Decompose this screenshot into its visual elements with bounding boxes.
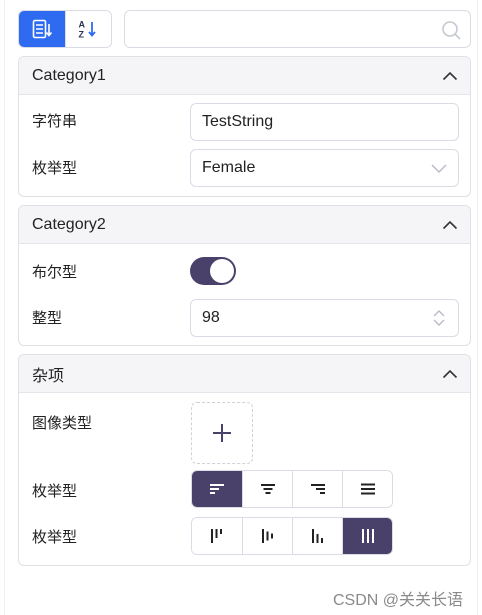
align-right-button[interactable] [292, 471, 342, 507]
sort-mode-toggle: A Z [18, 10, 112, 48]
chevron-down-icon [431, 164, 447, 174]
property-label: 字符串 [32, 113, 78, 130]
align-center-icon [260, 484, 275, 494]
categorized-sort-icon [32, 19, 53, 39]
category-2: Category2 布尔型 整型 98 [18, 205, 471, 346]
plus-icon [213, 424, 231, 442]
category-title: Category1 [32, 66, 106, 84]
property-label: 图像类型 [32, 415, 93, 432]
align-left-button[interactable] [192, 471, 242, 507]
svg-text:Z: Z [79, 30, 85, 40]
category-1: Category1 字符串 TestString 枚举型 Female [18, 56, 471, 197]
alphabetical-sort-icon: A Z [79, 20, 97, 40]
property-grid: A Z Category1 字符串 TestString 枚举型 Female … [4, 0, 478, 615]
property-label: 枚举型 [32, 529, 78, 546]
property-label: 枚举型 [32, 483, 78, 500]
align-left-icon [210, 484, 224, 494]
integer-value: 98 [202, 309, 220, 326]
property-row: 枚举型 [19, 468, 470, 515]
category-title: Category2 [32, 215, 106, 233]
align-justify-button[interactable] [342, 471, 392, 507]
property-label: 布尔型 [32, 264, 78, 281]
chevron-up-icon[interactable] [442, 220, 458, 230]
enum-select[interactable]: Female [190, 149, 459, 187]
toolbar: A Z [18, 10, 471, 48]
watermark: CSDN @关关长语 [332, 592, 463, 609]
vertical-align-group [191, 517, 393, 555]
align-bottom-button[interactable] [292, 518, 342, 554]
category-2-header[interactable]: Category2 [19, 206, 470, 244]
property-row: 枚举型 Female [19, 142, 470, 190]
property-row: 图像类型 [19, 393, 470, 468]
property-row: 字符串 TestString [19, 95, 470, 142]
align-right-icon [310, 484, 325, 494]
property-row: 整型 98 [19, 291, 470, 339]
property-row: 枚举型 [19, 515, 470, 561]
align-justify-icon [360, 483, 375, 495]
string-input[interactable]: TestString [190, 103, 459, 141]
property-label: 枚举型 [32, 160, 78, 177]
property-label: 整型 [32, 310, 63, 327]
boolean-toggle[interactable] [190, 257, 236, 285]
category-misc-header[interactable]: 杂项 [19, 355, 470, 393]
category-1-header[interactable]: Category1 [19, 57, 470, 95]
alphabetical-sort-button[interactable]: A Z [64, 11, 111, 47]
align-middle-icon [261, 529, 273, 543]
horizontal-align-group [191, 470, 393, 508]
align-center-button[interactable] [242, 471, 292, 507]
string-value: TestString [202, 113, 274, 130]
toggle-knob [210, 259, 234, 283]
search-icon[interactable] [440, 19, 462, 41]
category-title: 杂项 [32, 367, 65, 385]
property-row: 布尔型 [19, 244, 470, 291]
align-middle-button[interactable] [242, 518, 292, 554]
chevron-up-icon[interactable] [442, 71, 458, 81]
category-misc: 杂项 图像类型 枚举型 枚举型 [18, 354, 471, 566]
align-bottom-icon [311, 529, 323, 543]
align-stretch-button[interactable] [342, 518, 392, 554]
align-top-button[interactable] [192, 518, 242, 554]
categorized-sort-button[interactable] [19, 11, 65, 47]
integer-stepper[interactable]: 98 [190, 299, 459, 337]
chevron-up-icon[interactable] [442, 369, 458, 379]
svg-text:A: A [79, 20, 86, 30]
spinner-icon[interactable] [430, 309, 448, 327]
align-top-icon [211, 529, 222, 543]
align-stretch-icon [361, 529, 374, 543]
search-box [124, 10, 471, 48]
search-input[interactable] [125, 11, 425, 47]
select-value: Female [202, 159, 256, 176]
image-upload[interactable] [191, 402, 253, 464]
